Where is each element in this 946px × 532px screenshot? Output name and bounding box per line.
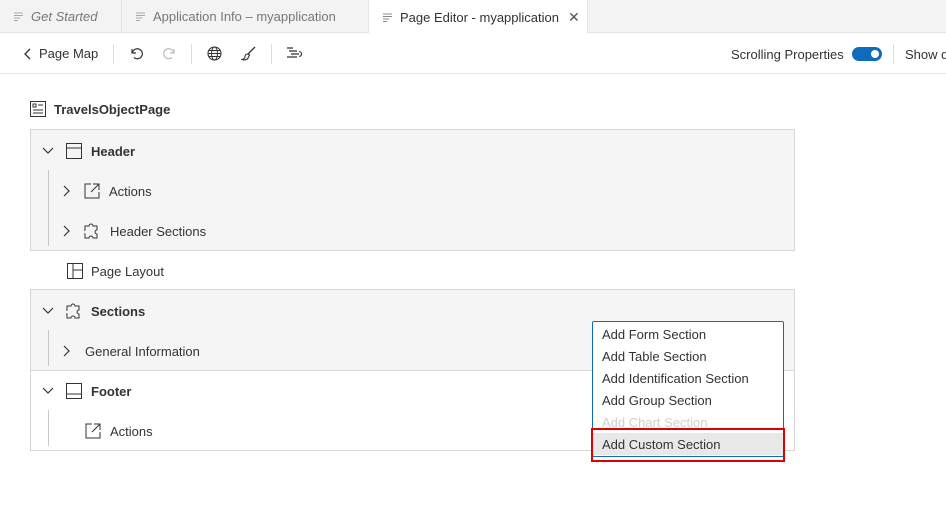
chevron-down-icon[interactable] [42, 147, 54, 155]
scrolling-properties-label: Scrolling Properties [731, 47, 844, 62]
redo-icon[interactable] [163, 46, 177, 60]
toolbar-divider [271, 44, 272, 64]
close-icon[interactable]: ✕ [568, 9, 580, 26]
tab-get-started[interactable]: Get Started [0, 0, 122, 33]
object-page-icon [30, 101, 46, 117]
menu-item-add-form-section[interactable]: Add Form Section [593, 323, 783, 345]
file-lines-icon [14, 12, 24, 21]
puzzle-icon [66, 303, 83, 319]
tab-application-info[interactable]: Application Info – myapplication [122, 0, 369, 33]
file-lines-icon [383, 13, 393, 22]
tab-label: Get Started [31, 9, 98, 24]
tree-node-label: Page Layout [91, 263, 165, 279]
page-map-button[interactable]: Page Map [24, 46, 98, 61]
tree-node-footer[interactable]: Footer [42, 381, 131, 401]
page-map-label: Page Map [39, 46, 99, 61]
scrolling-properties-toggle[interactable] [852, 47, 882, 61]
toolbar-divider [893, 44, 894, 64]
tree-node-sections[interactable]: Sections [42, 301, 145, 321]
toolbar-divider [113, 44, 114, 64]
chevron-down-icon[interactable] [42, 387, 54, 395]
tree-node-footer-actions[interactable]: Actions [85, 421, 153, 441]
tree-node-label: Actions [110, 423, 153, 439]
tab-label: Application Info – myapplication [153, 9, 336, 24]
page-title: TravelsObjectPage [30, 101, 170, 117]
brush-icon[interactable] [241, 46, 256, 61]
menu-item-add-identification-section[interactable]: Add Identification Section [593, 367, 783, 389]
tree-node-label: General Information [85, 343, 200, 359]
tree-node-label: Footer [91, 383, 132, 399]
show-label[interactable]: Show d [905, 47, 946, 62]
globe-icon[interactable] [207, 46, 222, 61]
menu-item-add-group-section[interactable]: Add Group Section [593, 389, 783, 411]
chevron-right-icon[interactable] [63, 345, 71, 357]
page-title-label: TravelsObjectPage [54, 101, 171, 117]
menu-item-add-table-section[interactable]: Add Table Section [593, 345, 783, 367]
tree-node-header-actions[interactable]: Actions [63, 181, 152, 201]
footer-icon [66, 383, 82, 399]
tree-guide-line [48, 330, 49, 366]
puzzle-icon [84, 223, 101, 239]
tree-node-header-sections[interactable]: Header Sections [63, 221, 206, 241]
chevron-down-icon[interactable] [42, 307, 54, 315]
chevron-right-icon[interactable] [63, 185, 71, 197]
chevron-right-icon[interactable] [63, 225, 71, 237]
undo-icon[interactable] [129, 46, 143, 60]
tree-node-label: Header Sections [110, 223, 207, 239]
layout-icon [67, 263, 83, 279]
chevron-left-icon [24, 48, 31, 60]
tree-guide-line [48, 170, 49, 246]
tree-node-label: Header [91, 143, 136, 159]
editor-tab-bar: Get Started Application Info – myapplica… [0, 0, 946, 34]
tab-page-editor[interactable]: Page Editor - myapplication ✕ [369, 0, 588, 34]
tree-node-label: Actions [109, 183, 152, 199]
toolbar-divider [191, 44, 192, 64]
tree-node-general-information[interactable]: General Information [63, 341, 200, 361]
external-action-icon [85, 423, 101, 439]
header-icon [66, 143, 82, 159]
tree-guide-line [48, 410, 49, 446]
tree-node-header[interactable]: Header [42, 141, 135, 161]
tree-node-label: Sections [91, 303, 146, 319]
file-lines-icon [136, 12, 146, 21]
tab-label: Page Editor - myapplication [400, 9, 559, 25]
page-editor-toolbar: Page Map Scrolling Properties Show d [0, 34, 946, 74]
outline-order-icon[interactable] [286, 46, 302, 60]
external-action-icon [84, 183, 100, 199]
highlight-annotation [591, 428, 785, 462]
tree-node-page-layout[interactable]: Page Layout [67, 261, 164, 281]
